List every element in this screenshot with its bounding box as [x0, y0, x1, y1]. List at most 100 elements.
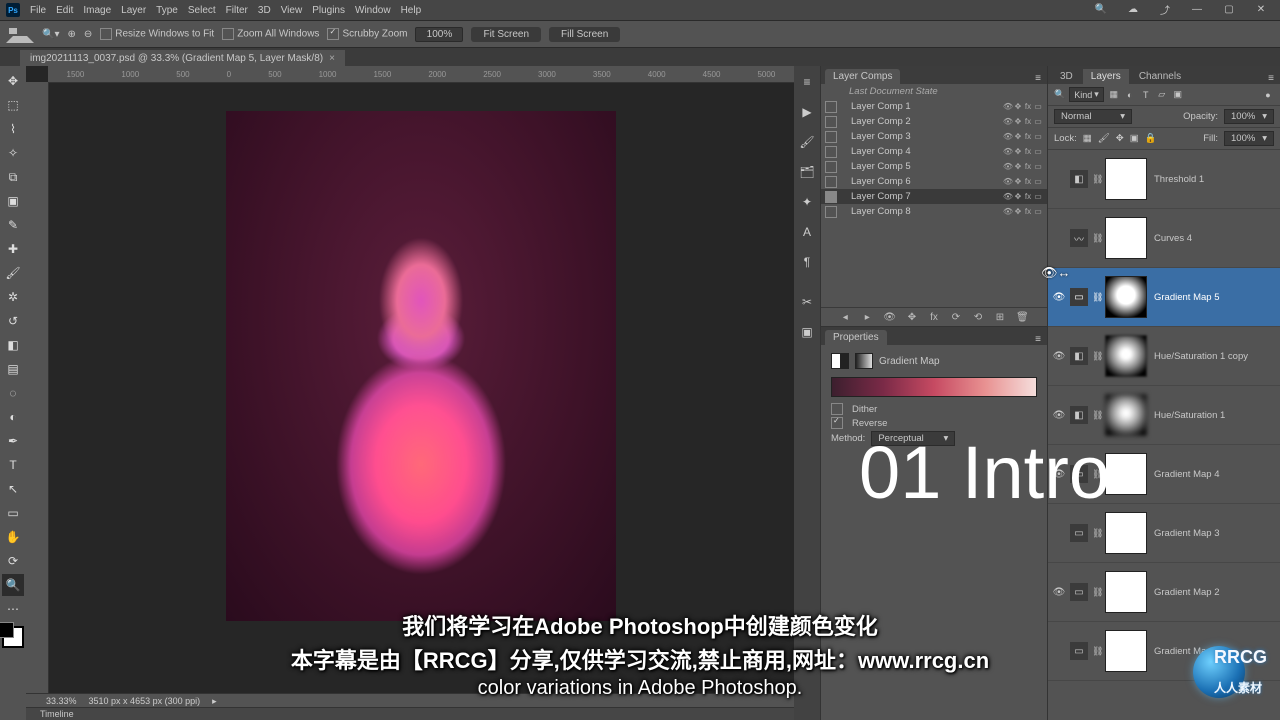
brushes-icon[interactable]: 🗂: [797, 162, 817, 182]
visibility-toggle[interactable]: 👁: [1052, 292, 1066, 303]
tab-3d[interactable]: 3D: [1052, 69, 1081, 84]
adjustment-thumb[interactable]: ◧: [1070, 406, 1088, 424]
filter-smart-icon[interactable]: ▣: [1172, 89, 1184, 100]
adjustment-thumb[interactable]: ▭: [1070, 288, 1088, 306]
lc-update-app-icon[interactable]: fx: [928, 312, 940, 323]
mask-thumb[interactable]: [1106, 395, 1146, 435]
layer-filter-kind[interactable]: Kind▾: [1069, 87, 1104, 102]
layer-row[interactable]: 👁 ▭ ⛓ Gradient Map 2: [1048, 563, 1280, 622]
lock-artboard-icon[interactable]: ▣: [1130, 133, 1139, 144]
lock-pixels-icon[interactable]: ▦: [1083, 133, 1092, 144]
pos-icon[interactable]: ✥: [1013, 147, 1023, 156]
frame-tool[interactable]: ▣: [2, 190, 24, 212]
panel-menu-icon[interactable]: ≡: [1029, 73, 1047, 84]
gradient-bar[interactable]: [831, 377, 1037, 397]
libraries-icon[interactable]: ▣: [797, 322, 817, 342]
vis-icon[interactable]: 👁: [1003, 147, 1013, 156]
menu-select[interactable]: Select: [188, 5, 216, 16]
lc-apply-marker[interactable]: [825, 131, 837, 143]
mask-thumb[interactable]: [1106, 218, 1146, 258]
panel-menu-icon[interactable]: ≡: [1029, 334, 1047, 345]
warn-icon[interactable]: ▭: [1033, 207, 1043, 216]
visibility-toggle[interactable]: 👁: [1052, 587, 1066, 598]
fill-screen-button[interactable]: Fill Screen: [549, 27, 620, 42]
vis-icon[interactable]: 👁: [1003, 192, 1013, 201]
document-canvas[interactable]: [226, 111, 616, 621]
appear-icon[interactable]: fx: [1023, 132, 1033, 141]
brush-settings-icon[interactable]: 🖌: [797, 132, 817, 152]
tab-channels[interactable]: Channels: [1131, 69, 1189, 84]
mask-thumb[interactable]: [1106, 572, 1146, 612]
lock-position-icon[interactable]: ✥: [1116, 133, 1124, 144]
filter-toggle[interactable]: ●: [1262, 90, 1274, 100]
menu-image[interactable]: Image: [83, 5, 111, 16]
lc-update-pos-icon[interactable]: ✥: [906, 312, 918, 323]
appear-icon[interactable]: fx: [1023, 147, 1033, 156]
tab-layers[interactable]: Layers: [1083, 69, 1129, 84]
appear-icon[interactable]: fx: [1023, 177, 1033, 186]
lasso-tool[interactable]: ⌇: [2, 118, 24, 140]
vis-icon[interactable]: 👁: [1003, 132, 1013, 141]
vis-icon[interactable]: 👁: [1003, 102, 1013, 111]
ruler-horizontal[interactable]: 15001000500 05001000 150020002500 300035…: [48, 66, 794, 83]
fill-field[interactable]: 100%▾: [1224, 131, 1274, 146]
properties-tab[interactable]: Properties: [825, 330, 887, 345]
adjustment-thumb[interactable]: 〰: [1070, 229, 1088, 247]
layer-row[interactable]: ◧ ⛓ Threshold 1: [1048, 150, 1280, 209]
maximize-icon[interactable]: ▢: [1214, 1, 1244, 17]
lc-apply-marker[interactable]: [825, 101, 837, 113]
brush-tool[interactable]: 🖌: [2, 262, 24, 284]
appear-icon[interactable]: fx: [1023, 192, 1033, 201]
home-button[interactable]: [6, 22, 34, 43]
warn-icon[interactable]: ▭: [1033, 177, 1043, 186]
ruler-vertical[interactable]: [26, 82, 49, 698]
panel-menu-icon[interactable]: ≡: [1262, 73, 1280, 84]
status-arrow-icon[interactable]: ▸: [212, 696, 217, 707]
layer-row[interactable]: 👁 ▭ ⛓ Gradient Map 5: [1048, 268, 1280, 327]
clone-source-icon[interactable]: ✦: [797, 192, 817, 212]
filter-pixel-icon[interactable]: ▦: [1108, 89, 1120, 100]
close-tab-icon[interactable]: ×: [329, 53, 335, 64]
pos-icon[interactable]: ✥: [1013, 192, 1023, 201]
vis-icon[interactable]: 👁: [1003, 117, 1013, 126]
layer-comp-row[interactable]: Layer Comp 7 👁 ✥ fx ▭: [821, 189, 1047, 204]
lc-update-all-icon[interactable]: ⟲: [972, 312, 984, 323]
mask-thumb[interactable]: [1106, 277, 1146, 317]
minimize-icon[interactable]: —: [1182, 1, 1212, 17]
more-tools[interactable]: ⋯: [2, 598, 24, 620]
history-brush-tool[interactable]: ↺: [2, 310, 24, 332]
mask-thumb[interactable]: [1106, 159, 1146, 199]
type-tool[interactable]: T: [2, 454, 24, 476]
pos-icon[interactable]: ✥: [1013, 177, 1023, 186]
warn-icon[interactable]: ▭: [1033, 192, 1043, 201]
zoom-in-icon[interactable]: ⊕: [67, 29, 75, 40]
adjustment-thumb[interactable]: ▭: [1070, 642, 1088, 660]
menu-type[interactable]: Type: [156, 5, 178, 16]
tool-preset[interactable]: 🔍▾: [42, 29, 59, 40]
layer-comp-row[interactable]: Layer Comp 2 👁 ✥ fx ▭: [821, 114, 1047, 129]
lc-update-icon[interactable]: ⟳: [950, 312, 962, 323]
heal-tool[interactable]: ✚: [2, 238, 24, 260]
layer-row[interactable]: 〰 ⛓ Curves 4: [1048, 209, 1280, 268]
filter-shape-icon[interactable]: ▱: [1156, 89, 1168, 100]
hand-tool[interactable]: ✋: [2, 526, 24, 548]
lc-apply-marker[interactable]: [825, 146, 837, 158]
menu-help[interactable]: Help: [401, 5, 422, 16]
menu-3d[interactable]: 3D: [258, 5, 271, 16]
layer-comp-row[interactable]: Layer Comp 4 👁 ✥ fx ▭: [821, 144, 1047, 159]
warn-icon[interactable]: ▭: [1033, 132, 1043, 141]
mask-thumb[interactable]: [1106, 513, 1146, 553]
vis-icon[interactable]: 👁: [1003, 207, 1013, 216]
layer-row[interactable]: 👁 ◧ ⛓ Hue/Saturation 1 copy: [1048, 327, 1280, 386]
zoom-field[interactable]: 100%: [415, 27, 463, 42]
pos-icon[interactable]: ✥: [1013, 162, 1023, 171]
mask-thumb[interactable]: [1106, 454, 1146, 494]
lc-apply-marker[interactable]: [825, 206, 837, 218]
appear-icon[interactable]: fx: [1023, 207, 1033, 216]
pos-icon[interactable]: ✥: [1013, 132, 1023, 141]
layer-comp-row[interactable]: Layer Comp 5 👁 ✥ fx ▭: [821, 159, 1047, 174]
visibility-toggle[interactable]: 👁: [1052, 351, 1066, 362]
layer-comp-row[interactable]: Layer Comp 3 👁 ✥ fx ▭: [821, 129, 1047, 144]
menu-filter[interactable]: Filter: [226, 5, 248, 16]
opt-resize[interactable]: Resize Windows to Fit: [100, 28, 214, 40]
